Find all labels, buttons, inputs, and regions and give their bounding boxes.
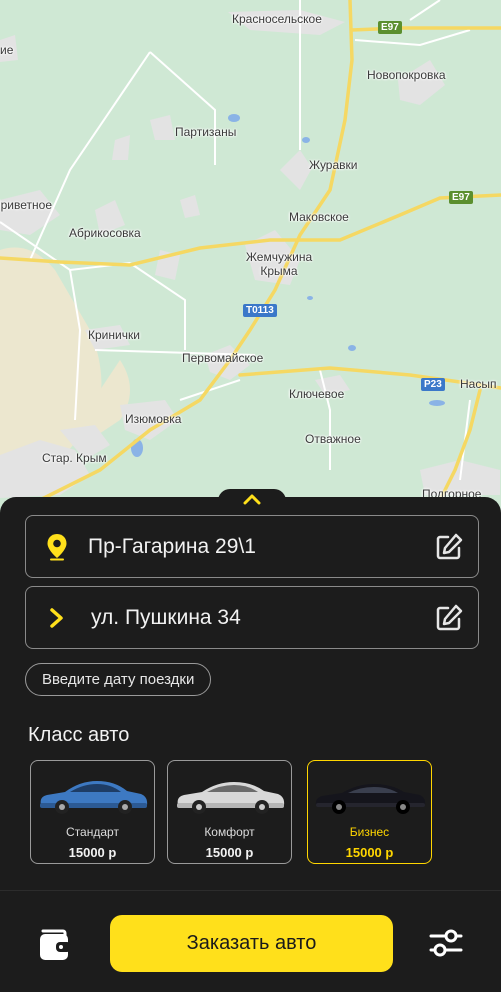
car-option-price: 15000 р (205, 845, 254, 860)
map-label-partizany: Партизаны (175, 125, 237, 139)
location-pin-icon (47, 533, 67, 560)
map-label-zhemchuzhina: Жемчужина Крыма (245, 250, 313, 278)
chevron-up-icon (243, 494, 261, 505)
map-label-izyumovka: Изюмовка (125, 412, 182, 426)
map-label-abrikosovka: Абрикосовка (69, 226, 141, 240)
map-label-otvazhnoe: Отважное (305, 432, 361, 446)
car-option-name: Стандарт (66, 825, 119, 839)
wallet-icon (40, 929, 71, 960)
map-label-star-krym: Стар. Крым (42, 451, 107, 465)
map-label-zhuravki: Журавки (309, 158, 358, 172)
to-address-field[interactable]: ул. Пушкина 34 (25, 586, 479, 649)
car-class-title: Класс авто (28, 724, 130, 746)
car-option-name: Бизнес (349, 825, 390, 839)
car-option-price: 15000 р (68, 845, 117, 860)
road-shield-e97: E97 (449, 191, 473, 204)
map-label-edge: ие (0, 43, 14, 57)
map-label-privetnoe: Приветное (0, 198, 52, 212)
car-option-comfort[interactable]: Комфорт 15000 р (167, 760, 292, 864)
from-address-text: Пр-Гагарина 29\1 (88, 534, 256, 558)
car-option-price: 15000 р (345, 845, 394, 860)
car-option-standard[interactable]: Стандарт 15000 р (30, 760, 155, 864)
map-label-nasyp: Насып (460, 377, 497, 391)
sheet-handle[interactable] (218, 489, 286, 509)
car-option-business[interactable]: Бизнес 15000 р (307, 760, 432, 864)
divider (0, 890, 501, 891)
map-view[interactable]: Красносельское Новопокровка Партизаны Жу… (0, 0, 501, 520)
filters-button[interactable] (428, 926, 464, 960)
road-shield-p23: P23 (421, 378, 445, 391)
map-label-klyuchevoe: Ключевое (289, 387, 345, 401)
chevron-right-icon (50, 607, 63, 628)
car-option-name: Комфорт (204, 825, 255, 839)
sedan-car-icon (40, 781, 148, 814)
map-label-novopokrovka: Новопокровка (367, 68, 446, 82)
sedan-car-icon (177, 782, 285, 814)
road-shield-e97: E97 (378, 21, 402, 34)
edit-icon (436, 533, 463, 559)
wallet-button[interactable] (36, 925, 74, 963)
trip-date-button[interactable]: Введите дату поездки (25, 663, 212, 696)
edit-icon (436, 604, 463, 630)
map-label-krasnoselskoe: Красносельское (232, 12, 322, 26)
to-address-text: ул. Пушкина 34 (91, 605, 241, 629)
map-label-makovskoe: Маковское (289, 210, 349, 224)
order-car-button[interactable]: Заказать авто (110, 915, 393, 972)
edit-to-button[interactable] (420, 603, 478, 633)
sedan-car-icon (315, 784, 426, 814)
filters-icon (429, 929, 463, 957)
from-address-field[interactable]: Пр-Гагарина 29\1 (25, 515, 479, 578)
map-label-pervomayskoe: Первомайское (182, 351, 264, 365)
edit-from-button[interactable] (420, 532, 478, 562)
road-shield-t0113: Т0113 (243, 304, 277, 317)
map-label-krinichki: Кринички (88, 328, 140, 342)
